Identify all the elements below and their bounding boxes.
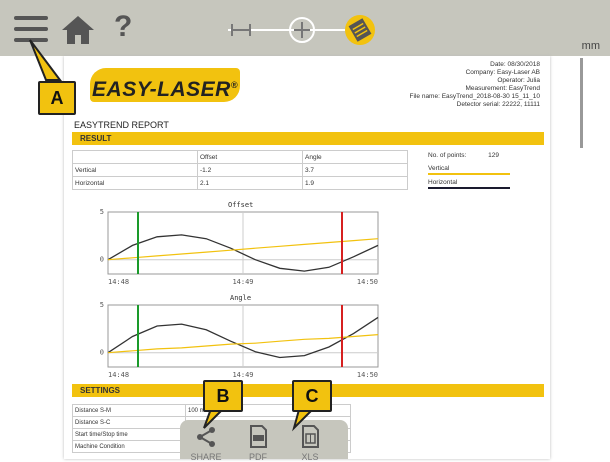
points-label: No. of points: xyxy=(428,152,467,159)
angle-chart: Angle 5 0 14:48 14:49 14:50 xyxy=(88,291,388,386)
table-row: Horizontal 2.1 1.9 xyxy=(72,176,408,190)
top-toolbar: ? mm xyxy=(0,0,610,56)
result-section-header: RESULT xyxy=(72,132,544,145)
menu-icon[interactable] xyxy=(14,16,48,42)
table-cell: Distance S-M xyxy=(72,404,186,417)
table-cell: Machine Condition xyxy=(72,440,186,453)
xls-label: XLS xyxy=(301,452,319,462)
share-button[interactable]: SHARE xyxy=(180,420,232,462)
legend-vertical-line xyxy=(428,173,510,175)
callout-a: A xyxy=(38,81,76,115)
x-tick-label: 14:50 xyxy=(357,371,378,379)
table-cell: 3.7 xyxy=(302,163,408,177)
easy-laser-logo: EASY-LASER® xyxy=(90,68,240,102)
table-cell: -1.2 xyxy=(197,163,303,177)
table-row: Offset Angle xyxy=(72,150,408,164)
legend-vertical: Vertical xyxy=(428,165,450,172)
table-cell: 2.1 xyxy=(197,176,303,190)
report-measurement: Measurement: EasyTrend xyxy=(465,85,540,92)
xls-file-icon xyxy=(302,425,319,448)
x-tick-label: 14:48 xyxy=(108,371,129,379)
table-cell: Distance S-C xyxy=(72,416,186,429)
report-title: EASYTREND REPORT xyxy=(74,120,169,130)
report-date: Date: 08/30/2018 xyxy=(490,61,540,68)
report-file-name: File name: EasyTrend_2018-08-30 15_11_10 xyxy=(409,93,540,100)
help-icon[interactable]: ? xyxy=(114,10,132,44)
angle-chart-svg: 5 0 14:48 14:49 14:50 xyxy=(100,301,379,379)
points-value: 129 xyxy=(488,152,499,159)
report-detector-serial: Detector serial: 22222, 11111 xyxy=(456,101,540,108)
callout-c: C xyxy=(292,380,332,412)
pdf-file-icon xyxy=(250,425,267,448)
angle-chart-title: Angle xyxy=(230,294,252,302)
points-panel: No. of points: 129 Vertical Horizontal xyxy=(428,152,528,193)
table-cell: Start time/Stop time xyxy=(72,428,186,441)
x-tick-label: 14:48 xyxy=(108,278,129,286)
x-tick-label: 14:50 xyxy=(357,278,378,286)
table-cell: 1.9 xyxy=(302,176,408,190)
x-tick-label: 14:49 xyxy=(232,371,253,379)
table-cell: Offset xyxy=(197,150,303,164)
y-tick-label: 0 xyxy=(100,256,104,264)
callout-b: B xyxy=(203,380,243,412)
table-cell xyxy=(72,150,198,164)
report-company: Company: Easy-Laser AB xyxy=(465,69,540,76)
offset-chart-svg: 5 0 14:48 14:49 14:50 xyxy=(100,208,379,286)
table-cell: Vertical xyxy=(72,163,198,177)
step-distance-icon[interactable] xyxy=(231,24,251,36)
table-row: Vertical -1.2 3.7 xyxy=(72,163,408,177)
y-tick-label: 0 xyxy=(100,349,104,357)
pdf-label: PDF xyxy=(249,452,267,462)
share-icon xyxy=(197,427,215,447)
scrollbar[interactable] xyxy=(580,58,583,148)
table-cell: Horizontal xyxy=(72,176,198,190)
pdf-button[interactable]: PDF xyxy=(232,420,284,462)
table-cell: Angle xyxy=(302,150,408,164)
result-table: Offset Angle Vertical -1.2 3.7 Horizonta… xyxy=(72,150,408,190)
report-header-info: Date: 08/30/2018 Company: Easy-Laser AB … xyxy=(320,61,540,109)
step-report-icon[interactable] xyxy=(345,15,375,45)
report-operator: Operator: Julia xyxy=(497,77,540,84)
xls-button[interactable]: XLS xyxy=(284,420,336,462)
legend-horizontal: Horizontal xyxy=(428,179,458,186)
home-icon[interactable] xyxy=(60,14,96,46)
y-tick-label: 5 xyxy=(100,208,104,216)
share-label: SHARE xyxy=(190,452,222,462)
legend-horizontal-line xyxy=(428,187,510,189)
x-tick-label: 14:49 xyxy=(232,278,253,286)
offset-chart-title: Offset xyxy=(228,201,254,209)
y-tick-label: 5 xyxy=(100,301,104,309)
share-bar: SHARE PDF XLS xyxy=(180,420,348,462)
unit-label: mm xyxy=(581,40,600,52)
offset-chart: Offset 5 0 14:48 14:49 14:50 xyxy=(88,198,388,293)
workflow-steps xyxy=(228,15,375,45)
